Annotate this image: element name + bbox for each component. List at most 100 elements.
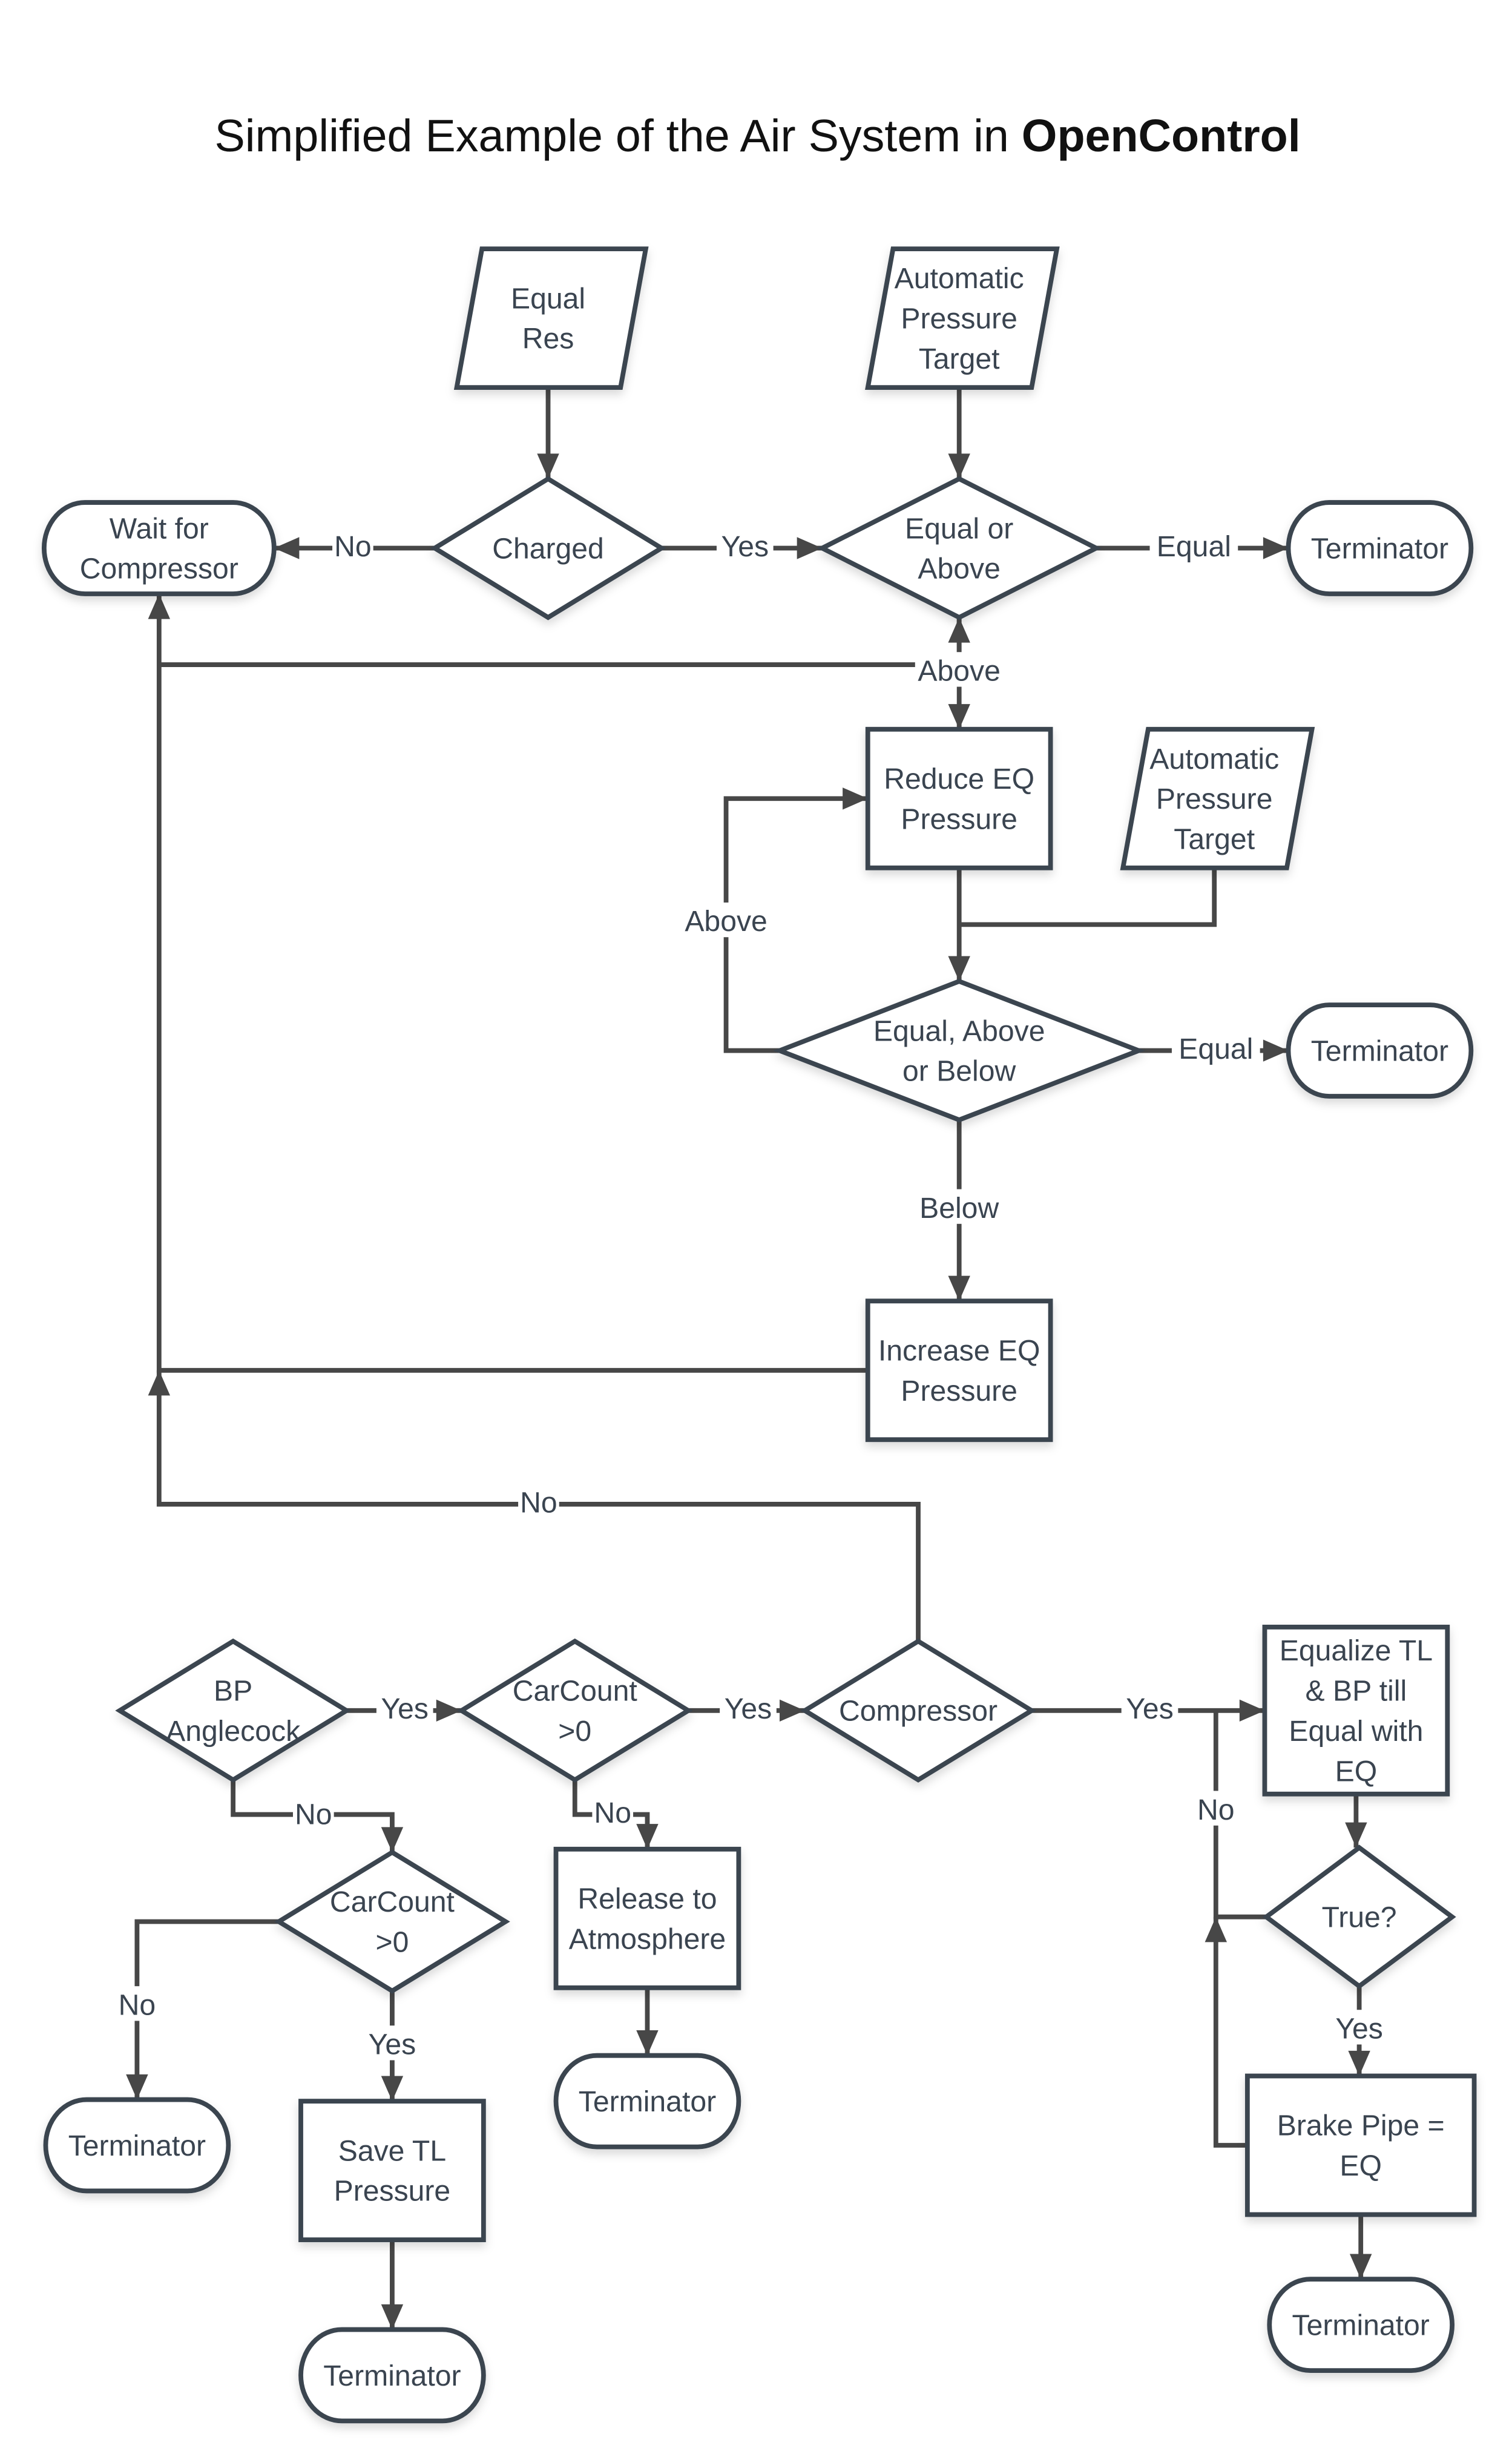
node-label-line: Terminator (323, 2360, 461, 2392)
arrowhead-icon (274, 537, 300, 559)
node-label: Charged (492, 532, 604, 565)
arrowhead-icon (1348, 2050, 1370, 2076)
edge-label-text: No (334, 530, 372, 563)
node-label-line: >0 (375, 1926, 409, 1959)
node-terminator-4[interactable]: Terminator (553, 2053, 741, 2150)
node-label-line: Increase EQ (878, 1335, 1040, 1367)
arrowhead-icon (537, 453, 559, 479)
edge-label-below: Below (915, 1189, 1004, 1225)
node-label-line: Equal, Above (873, 1015, 1045, 1047)
node-label-line: Reduce EQ (884, 763, 1034, 795)
node-reduce-eq-pressure[interactable]: Reduce EQ Pressure (865, 726, 1053, 870)
connector-line (156, 593, 868, 1373)
arrowhead-icon (1205, 1916, 1228, 1942)
node-wait-for-compressor[interactable]: Wait for Compressor (41, 500, 277, 596)
arrowhead-icon (126, 2074, 148, 2100)
edge-auto-pressure-target-2-to-equal-above-below (959, 867, 1217, 927)
node-increase-eq-pressure[interactable]: Increase EQ Pressure (865, 1298, 1053, 1442)
edge-label-text: Yes (381, 1692, 429, 1725)
node-terminator-2[interactable]: Terminator (1286, 1002, 1474, 1099)
title-emphasis: OpenControl (1022, 110, 1301, 161)
node-carcount-2[interactable]: CarCount >0 (274, 1849, 510, 1994)
node-bp-anglecock[interactable]: BP Anglecock (115, 1638, 351, 1783)
arrowhead-icon (381, 1827, 404, 1853)
edge-label-no: No (518, 1484, 559, 1519)
process-shape (865, 726, 1053, 870)
node-equalize-tl-bp[interactable]: Equalize TL & BP till Equal with EQ (1262, 1625, 1450, 1797)
node-label-line: Equalize TL (1280, 1634, 1433, 1667)
node-label-line: Terminator (1311, 532, 1448, 565)
node-label-line: Terminator (68, 2130, 206, 2162)
edge-label-text: Yes (721, 530, 769, 563)
node-true-check[interactable]: True? (1262, 1844, 1456, 1990)
node-equal-above-below[interactable]: Equal, Above or Below (773, 978, 1146, 1123)
node-terminator-6[interactable]: Terminator (298, 2327, 486, 2424)
edge-label-no: No (1195, 1791, 1237, 1826)
decision-shape (274, 1849, 510, 1994)
edge-above-return (159, 617, 970, 667)
node-label-line: Terminator (1311, 1035, 1448, 1067)
edge-label-no: No (592, 1794, 634, 1829)
edge-label-text: Yes (369, 2028, 416, 2061)
node-label: Compressor (839, 1695, 998, 1728)
input-shape (453, 246, 649, 390)
process-shape (553, 1846, 741, 1990)
arrowhead-icon (1349, 2254, 1372, 2280)
edge-label-equal: Equal (1171, 1030, 1260, 1065)
arrowhead-icon (1263, 537, 1289, 559)
edge-label-no: No (292, 1795, 334, 1831)
node-label-line: Wait for (110, 512, 209, 545)
node-brake-pipe-eq[interactable]: Brake Pipe = EQ (1244, 2073, 1477, 2217)
edge-label-text: No (520, 1486, 557, 1519)
node-label: Terminator (1311, 1035, 1448, 1067)
node-label-line: Pressure (901, 803, 1017, 835)
node-release-to-atmosphere[interactable]: Release to Atmosphere (553, 1846, 741, 1990)
arrowhead-icon (381, 2076, 404, 2102)
node-save-tl-pressure[interactable]: Save TL Pressure (298, 2099, 486, 2243)
node-label-line: Brake Pipe = (1277, 2110, 1445, 2142)
node-auto-pressure-target-1[interactable]: Automatic Pressure Target (865, 246, 1060, 390)
node-terminator-1[interactable]: Terminator (1286, 500, 1474, 596)
edge-label-yes: Yes (376, 1690, 433, 1725)
arrowhead-icon (1345, 1822, 1367, 1848)
node-label-line: Target (1174, 823, 1255, 856)
edge-label-yes: Yes (364, 2025, 421, 2061)
diagram-title: Simplified Example of the Air System in … (214, 110, 1300, 161)
node-compressor[interactable]: Compressor (800, 1638, 1036, 1783)
edge-auto-pressure-target-1-to-equal-or-above (948, 387, 970, 479)
connector-line (134, 1919, 279, 2100)
edge-label-text: Above (918, 654, 1000, 687)
connectors (126, 387, 1372, 2330)
node-label-line: Equal with (1289, 1715, 1423, 1748)
arrowhead-icon (381, 2304, 404, 2330)
arrowhead-icon (843, 788, 868, 810)
connector-line (1213, 1916, 1247, 2148)
node-label-line: & BP till (1306, 1675, 1407, 1708)
edge-label-above: Above (682, 902, 771, 938)
node-equal-res[interactable]: Equal Res (453, 246, 649, 390)
node-label-line: Compressor (839, 1695, 998, 1728)
node-label-line: Release to (577, 1883, 717, 1915)
node-carcount-1[interactable]: CarCount >0 (456, 1638, 693, 1783)
nodes: Equal Res Automatic Pressure Target Wait for C… (41, 246, 1477, 2424)
decision-shape (817, 476, 1102, 620)
edge-increase-eq-pressure-to-wait-for-compressor (148, 593, 868, 1373)
edge-save-tl-pressure-to-terminator-6 (381, 2240, 404, 2330)
node-label-line: Pressure (334, 2175, 451, 2208)
node-label-line: Charged (492, 532, 604, 565)
node-equal-or-above[interactable]: Equal or Above (817, 476, 1102, 620)
arrowhead-icon (948, 704, 970, 729)
node-terminator-3[interactable]: Terminator (43, 2097, 231, 2194)
node-charged[interactable]: Charged (430, 476, 666, 620)
node-auto-pressure-target-2[interactable]: Automatic Pressure Target (1120, 726, 1315, 870)
edge-label-text: No (1197, 1794, 1235, 1826)
node-label: True? (1322, 1901, 1397, 1934)
arrowhead-icon (948, 956, 970, 982)
arrowhead-icon (1239, 1699, 1265, 1722)
arrowhead-icon (948, 1275, 970, 1301)
node-label-line: Save TL (338, 2134, 446, 2167)
node-label-line: CarCount (513, 1675, 638, 1708)
node-terminator-5[interactable]: Terminator (1267, 2277, 1455, 2373)
arrowhead-icon (148, 593, 171, 619)
edge-label-yes: Yes (1121, 1690, 1178, 1725)
